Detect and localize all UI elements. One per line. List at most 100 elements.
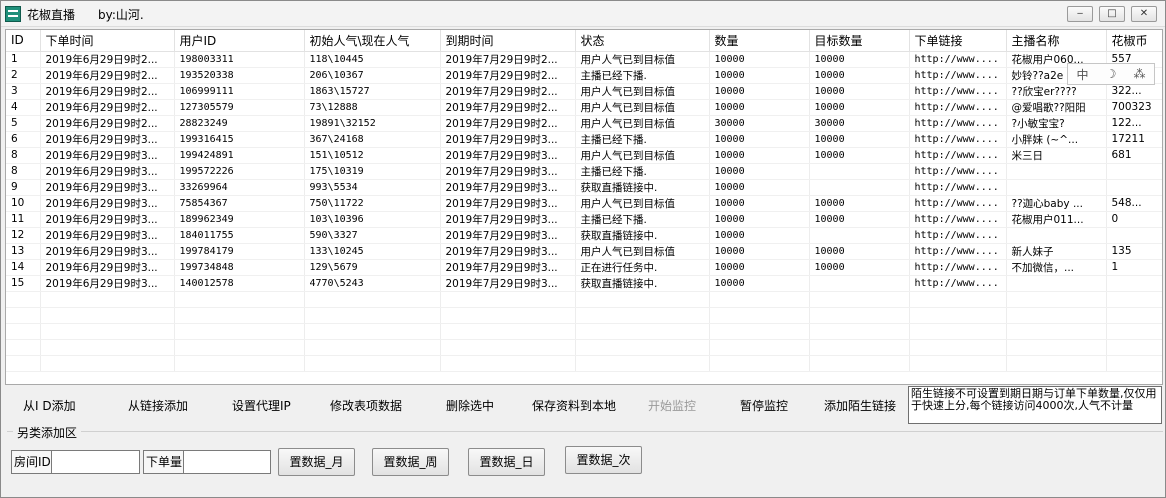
table-cell: 2019年6月29日9时3... [40, 227, 175, 244]
table-cell: 993\5534 [304, 179, 441, 196]
edit-data-button[interactable]: 修改表项数据 [330, 397, 402, 414]
table-cell: 2019年6月29日9时3... [40, 259, 175, 276]
table-cell: 367\24168 [304, 131, 441, 148]
table-cell: 75854367 [174, 195, 305, 212]
table-cell: 主播已经下播. [575, 67, 710, 84]
table-cell: 133\10245 [304, 243, 441, 260]
table-row[interactable]: 8 2019年6月29日9时3... 199424891 151\10512 2019年… [6, 147, 1162, 164]
table-cell: 198003311 [174, 51, 305, 68]
table-cell: 2019年6月29日9时3... [40, 195, 175, 212]
table-row[interactable]: 6 2019年6月29日9时3... 199316415 367\24168 2019年… [6, 131, 1162, 148]
close-button[interactable]: ✕ [1131, 6, 1157, 22]
table-cell: 2019年6月29日9时3... [40, 275, 175, 292]
column-header[interactable]: 状态 [575, 30, 710, 52]
order-qty-input[interactable] [183, 450, 271, 474]
table-cell: 2 [6, 67, 41, 84]
orders-table-container[interactable]: ID 下单时间 用户ID 初始人气\现在人气 到期时间 状态 数量 目标数量 下单链接 主播名称花… [5, 29, 1163, 385]
table-cell: 2019年6月29日9时2... [40, 67, 175, 84]
empty-cell [1006, 307, 1107, 324]
ime-language-icon[interactable]: 中 [1077, 66, 1089, 83]
table-cell: 199734848 [174, 259, 305, 276]
ime-toolbar[interactable]: 中 ☽ ⁂ [1067, 63, 1155, 85]
empty-cell [709, 355, 810, 372]
table-cell: 正在进行任务中. [575, 259, 710, 276]
table-cell: 2019年7月29日9时2... [440, 67, 576, 84]
table-row[interactable]: 14 2019年6月29日9时3... 199734848 129\5679 2019年… [6, 259, 1162, 276]
table-row[interactable]: 13 2019年6月29日9时3... 199784179 133\10245 2019… [6, 243, 1162, 260]
table-row[interactable]: 9 2019年6月29日9时3... 33269964 993\5534 2019年7月… [6, 179, 1162, 196]
save-local-button[interactable]: 保存资料到本地 [532, 397, 616, 414]
table-cell: 10000 [809, 211, 910, 228]
column-header[interactable]: 用户ID [174, 30, 305, 52]
column-header[interactable]: 数量 [709, 30, 810, 52]
add-by-id-button[interactable]: 从I D添加 [23, 397, 76, 414]
table-cell: 0 [1106, 211, 1162, 228]
empty-cell [575, 323, 710, 340]
delete-selected-button[interactable]: 删除选中 [446, 397, 494, 414]
column-header[interactable]: 花椒币 [1106, 30, 1162, 52]
table-cell: 199316415 [174, 131, 305, 148]
add-stranger-link-button[interactable]: 添加陌生链接 [824, 397, 896, 414]
table-cell: 12 [6, 227, 41, 244]
column-header[interactable]: 初始人气\现在人气 [304, 30, 441, 52]
table-cell: 用户人气已到目标值 [575, 99, 710, 116]
set-data-month-button[interactable]: 置数据_月 [278, 448, 355, 476]
maximize-button[interactable]: □ [1099, 6, 1125, 22]
empty-cell [174, 323, 305, 340]
pause-monitor-button[interactable]: 暂停监控 [740, 397, 788, 414]
table-cell: 用户人气已到目标值 [575, 115, 710, 132]
add-by-link-button[interactable]: 从链接添加 [128, 397, 188, 414]
table-cell: 2019年7月29日9时3... [440, 147, 576, 164]
table-cell: 10000 [709, 275, 810, 292]
table-cell: 新人妹子 [1006, 243, 1107, 260]
table-cell: 10000 [809, 259, 910, 276]
table-cell: 199572226 [174, 163, 305, 180]
table-cell: 4 [6, 99, 41, 116]
table-cell: 用户人气已到目标值 [575, 147, 710, 164]
table-cell: 2019年7月29日9时2... [440, 83, 576, 100]
order-qty-label: 下单量 [143, 450, 185, 474]
stranger-link-note: 陌生链接不可设置到期日期与订单下单数量,仅仅用于快速上分,每个链接访问4000次… [908, 386, 1162, 424]
minimize-button[interactable]: ‒ [1067, 6, 1093, 22]
table-cell [1106, 275, 1162, 292]
set-data-times-button[interactable]: 置数据_次 [565, 446, 642, 474]
empty-cell [909, 323, 1007, 340]
table-row[interactable]: 12 2019年6月29日9时3... 184011755 590\3327 2019年… [6, 227, 1162, 244]
table-cell: http://www.... [909, 195, 1007, 212]
table-row[interactable]: 8 2019年6月29日9时3... 199572226 175\10319 2019年… [6, 163, 1162, 180]
column-header[interactable]: 到期时间 [440, 30, 576, 52]
column-header[interactable]: 主播名称 [1006, 30, 1107, 52]
set-data-day-button[interactable]: 置数据_日 [468, 448, 545, 476]
ime-mode-icon[interactable]: ⁂ [1133, 67, 1145, 81]
table-cell: 2019年7月29日9时3... [440, 179, 576, 196]
table-cell: 用户人气已到目标值 [575, 243, 710, 260]
table-row[interactable]: 4 2019年6月29日9时2... 127305579 73\12888 2019年7… [6, 99, 1162, 116]
table-cell: 135 [1106, 243, 1162, 260]
table-cell: 2019年7月29日9时3... [440, 227, 576, 244]
table-row[interactable]: 11 2019年6月29日9时3... 189962349 103\10396 2019… [6, 211, 1162, 228]
table-cell: 17211 [1106, 131, 1162, 148]
table-row[interactable]: 15 2019年6月29日9时3... 140012578 4770\5243 2019… [6, 275, 1162, 292]
table-cell: 10000 [709, 99, 810, 116]
table-cell: http://www.... [909, 99, 1007, 116]
table-cell: 2019年7月29日9时3... [440, 275, 576, 292]
set-proxy-button[interactable]: 设置代理IP [232, 397, 291, 414]
table-cell: 2019年6月29日9时2... [40, 51, 175, 68]
room-id-input[interactable] [51, 450, 140, 474]
table-row[interactable]: 2 2019年6月29日9时2... 193520338 206\10367 2019年… [6, 67, 1162, 84]
column-header[interactable]: 下单时间 [40, 30, 175, 52]
set-data-week-button[interactable]: 置数据_周 [372, 448, 449, 476]
table-row[interactable]: 3 2019年6月29日9时2... 106999111 1863\15727 2019… [6, 83, 1162, 100]
start-monitor-button[interactable]: 开始监控 [648, 397, 696, 414]
column-header[interactable]: 目标数量 [809, 30, 910, 52]
empty-cell [709, 339, 810, 356]
table-row[interactable]: 5 2019年6月29日9时2... 28823249 19891\32152 2019… [6, 115, 1162, 132]
column-header[interactable]: ID [6, 30, 41, 52]
table-row[interactable]: 10 2019年6月29日9时3... 75854367 750\11722 2019年… [6, 195, 1162, 212]
empty-cell [809, 339, 910, 356]
column-header[interactable]: 下单链接 [909, 30, 1007, 52]
empty-row [6, 355, 1162, 372]
ime-moon-icon[interactable]: ☽ [1106, 67, 1117, 81]
table-row[interactable]: 1 2019年6月29日9时2... 198003311 118\10445 2019年… [6, 51, 1162, 68]
table-cell: ??迦心baby ... [1006, 195, 1107, 212]
